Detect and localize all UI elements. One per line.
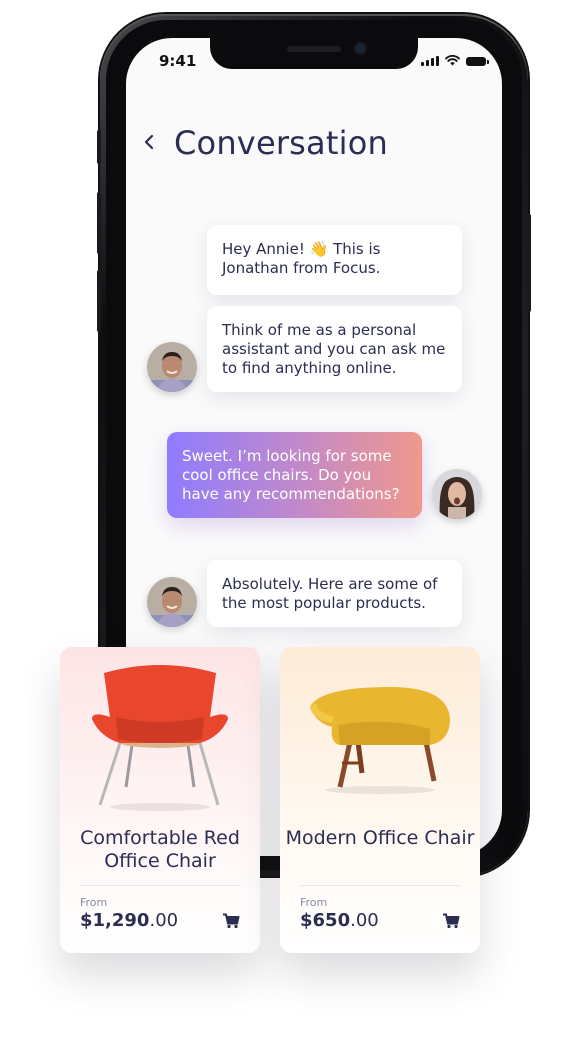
power-button xyxy=(527,214,531,312)
speaker-grille xyxy=(287,46,341,52)
mute-switch xyxy=(97,130,101,164)
front-camera xyxy=(355,43,366,54)
product-name: Modern Office Chair xyxy=(285,827,475,849)
divider xyxy=(80,885,240,886)
message-bubble-incoming: Think of me as a personal assistant and … xyxy=(207,306,462,392)
message-text: Hey Annie! xyxy=(222,240,310,258)
message-bubble-incoming: Hey Annie! 👋 This is Jonathan from Focus… xyxy=(207,225,462,295)
avatar-annie xyxy=(432,469,482,519)
price-from-label: From xyxy=(80,896,108,909)
page-title: Conversation xyxy=(174,124,388,162)
status-icons xyxy=(421,55,489,66)
yellow-chair-image xyxy=(310,687,450,794)
product-price: $650.00 xyxy=(300,910,379,931)
message-bubble-outgoing: Sweet. I’m looking for some cool office … xyxy=(167,432,422,518)
message-bubble-incoming: Absolutely. Here are some of the most po… xyxy=(207,560,462,627)
message-text: Think of me as a personal assistant and … xyxy=(222,321,446,377)
cart-icon[interactable] xyxy=(222,913,240,929)
product-card[interactable]: Modern Office Chair From $650.00 xyxy=(280,647,480,953)
price-cents: .00 xyxy=(350,910,379,931)
signal-icon xyxy=(421,56,439,66)
volume-up-button xyxy=(97,192,101,254)
price-from-label: From xyxy=(300,896,328,909)
product-card[interactable]: Comfortable Red Office Chair From $1,290… xyxy=(60,647,260,953)
avatar-jonathan xyxy=(147,577,197,627)
wave-emoji: 👋 xyxy=(309,240,329,258)
message-text: Sweet. I’m looking for some cool office … xyxy=(182,447,400,503)
volume-down-button xyxy=(97,270,101,332)
cart-icon[interactable] xyxy=(442,913,460,929)
red-chair-image xyxy=(92,665,228,811)
price-cents: .00 xyxy=(149,910,179,931)
price-whole: $650 xyxy=(300,910,351,931)
product-name: Comfortable Red Office Chair xyxy=(80,827,240,872)
message-text: Absolutely. Here are some of the most po… xyxy=(222,575,438,612)
product-price: $1,290.00 xyxy=(80,910,178,931)
status-time: 9:41 xyxy=(159,52,197,70)
back-button[interactable] xyxy=(144,133,154,155)
avatar-jonathan xyxy=(147,342,197,392)
price-whole: $1,290 xyxy=(80,910,150,931)
chevron-left-icon xyxy=(144,134,154,150)
divider xyxy=(300,885,460,886)
wifi-icon xyxy=(445,55,460,66)
battery-icon xyxy=(466,57,489,66)
notch xyxy=(210,38,418,69)
